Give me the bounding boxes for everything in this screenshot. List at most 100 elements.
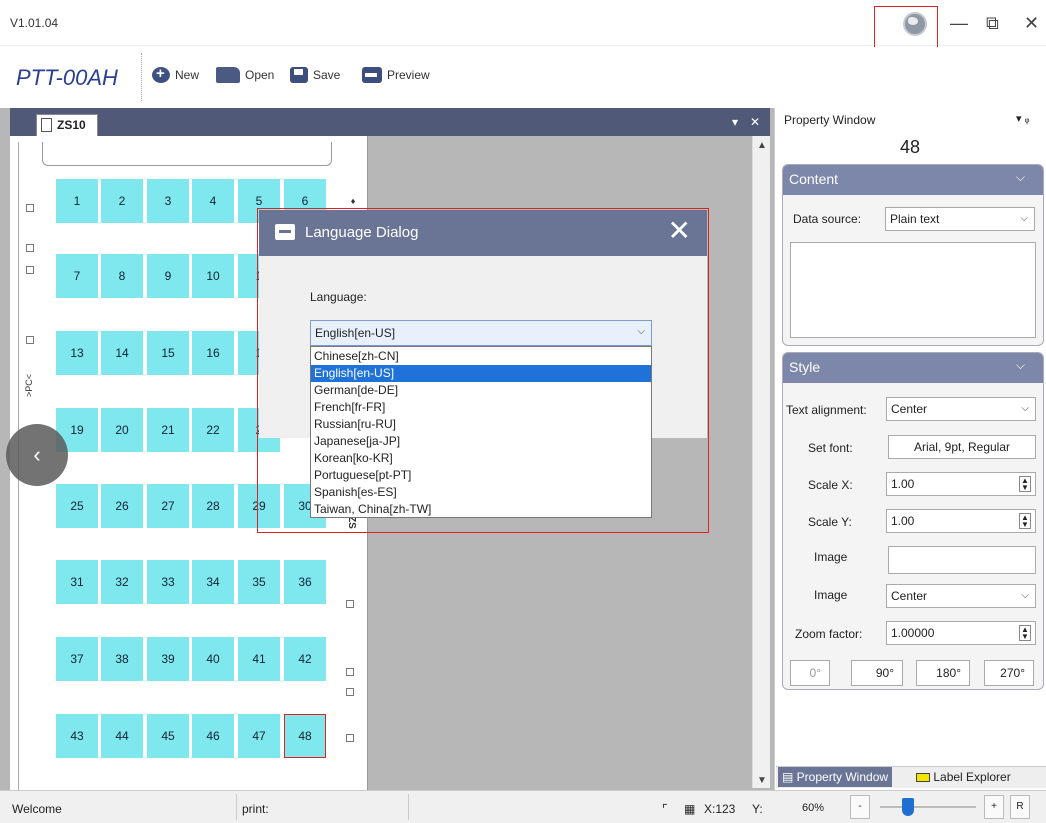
label-cell-36[interactable]: 36 (284, 560, 326, 604)
zoom-factor-value: 1.00000 (891, 626, 935, 640)
minimize-button[interactable]: — (950, 14, 968, 32)
data-source-select[interactable]: Plain text ⌵ (885, 207, 1035, 231)
tab-label-explorer[interactable]: Label Explorer (912, 767, 1015, 787)
label-cell-20[interactable]: 20 (101, 408, 143, 452)
label-explorer-icon (916, 773, 930, 783)
label-cell-9[interactable]: 9 (147, 254, 189, 298)
content-text-area[interactable] (790, 242, 1036, 338)
label-cell-7[interactable]: 7 (56, 254, 98, 298)
pin-icon[interactable]: ▾ ᵩ (1016, 112, 1029, 125)
label-cell-34[interactable]: 34 (192, 560, 234, 604)
label-cell-32[interactable]: 32 (101, 560, 143, 604)
new-icon (152, 65, 170, 83)
data-source-label: Data source: (793, 212, 862, 226)
sheet-marker-square (26, 244, 34, 252)
spin-icon[interactable]: ▲ ▼ (1019, 625, 1031, 641)
scale-x-label: Scale X: (808, 478, 853, 492)
zoom-in-button[interactable]: + (984, 795, 1004, 819)
label-cell-43[interactable]: 43 (56, 714, 98, 758)
rotate-180-button[interactable]: 180° (916, 660, 970, 686)
image-align-select[interactable]: Center ⌵ (886, 584, 1036, 608)
document-tab[interactable]: ZS10 (36, 114, 98, 136)
zoom-percent: 60% (802, 802, 825, 814)
grid-icon[interactable]: ▦ (684, 802, 695, 816)
label-cell-27[interactable]: 27 (147, 484, 189, 528)
label-cell-10[interactable]: 10 (192, 254, 234, 298)
spin-icon[interactable]: ▲ ▼ (1019, 513, 1031, 529)
label-cell-41[interactable]: 41 (238, 637, 280, 681)
label-cell-14[interactable]: 14 (101, 331, 143, 375)
sheet-marker-square (26, 336, 34, 344)
label-cell-45[interactable]: 45 (147, 714, 189, 758)
prev-arrow-button[interactable]: ‹ (6, 424, 68, 486)
y-coordinate: Y: (752, 802, 763, 816)
rotate-270-button[interactable]: 270° (984, 660, 1034, 686)
chevron-down-icon: ⌵ (1015, 170, 1025, 184)
globe-icon[interactable] (903, 12, 927, 36)
preview-button[interactable]: Preview (362, 67, 430, 83)
label-cell-31[interactable]: 31 (56, 560, 98, 604)
rotate-90-button[interactable]: 90° (851, 660, 903, 686)
sheet-marker-square (346, 668, 354, 676)
scroll-up-icon[interactable]: ▲ (757, 140, 767, 151)
label-cell-13[interactable]: 13 (56, 331, 98, 375)
label-cell-3[interactable]: 3 (147, 179, 189, 223)
set-font-label: Set font: (808, 441, 853, 455)
label-cell-33[interactable]: 33 (147, 560, 189, 604)
chevron-left-icon: ‹ (33, 442, 41, 467)
zoom-slider-thumb[interactable] (902, 798, 914, 816)
vertical-scrollbar[interactable]: ▲ ▼ (752, 136, 770, 788)
content-panel-header[interactable]: Content ⌵ (783, 165, 1043, 195)
sheet-marker-square (346, 688, 354, 696)
label-cell-15[interactable]: 15 (147, 331, 189, 375)
label-cell-44[interactable]: 44 (101, 714, 143, 758)
scale-y-stepper[interactable]: 1.00 ▲ ▼ (886, 509, 1036, 533)
content-header-label: Content (789, 171, 839, 187)
label-cell-39[interactable]: 39 (147, 637, 189, 681)
label-cell-2[interactable]: 2 (101, 179, 143, 223)
open-label: Open (245, 68, 275, 82)
chevron-down-icon: ⌵ (1020, 213, 1028, 224)
label-cell-26[interactable]: 26 (101, 484, 143, 528)
label-cell-38[interactable]: 38 (101, 637, 143, 681)
label-cell-22[interactable]: 22 (192, 408, 234, 452)
new-button[interactable]: New (152, 65, 199, 83)
label-cell-25[interactable]: 25 (56, 484, 98, 528)
label-cell-40[interactable]: 40 (192, 637, 234, 681)
zoom-reset-button[interactable]: R (1010, 795, 1030, 819)
spin-icon[interactable]: ▲ ▼ (1019, 476, 1031, 492)
label-cell-8[interactable]: 8 (101, 254, 143, 298)
label-cell-47[interactable]: 47 (238, 714, 280, 758)
image-field[interactable] (888, 546, 1036, 574)
style-panel-header[interactable]: Style ⌵ (783, 353, 1043, 383)
label-cell-16[interactable]: 16 (192, 331, 234, 375)
label-cell-35[interactable]: 35 (238, 560, 280, 604)
document-icon (41, 118, 52, 132)
label-cell-37[interactable]: 37 (56, 637, 98, 681)
set-font-button[interactable]: Arial, 9pt, Regular (888, 435, 1036, 459)
zoom-out-button[interactable]: - (850, 795, 870, 819)
label-cell-1[interactable]: 1 (56, 179, 98, 223)
zoom-factor-stepper[interactable]: 1.00000 ▲ ▼ (886, 621, 1036, 645)
label-cell-4[interactable]: 4 (192, 179, 234, 223)
label-cell-21[interactable]: 21 (147, 408, 189, 452)
label-cell-28[interactable]: 28 (192, 484, 234, 528)
scale-x-stepper[interactable]: 1.00 ▲ ▼ (886, 472, 1036, 496)
rotate-0-button[interactable]: 0° (790, 660, 830, 686)
text-alignment-select[interactable]: Center ⌵ (886, 397, 1036, 421)
tab-property-window[interactable]: ▤ Property Window (778, 767, 893, 787)
tab-property-window-label: Property Window (796, 770, 889, 784)
tab-dropdown-icon[interactable]: ▾ (732, 115, 738, 129)
zoom-factor-label: Zoom factor: (795, 627, 863, 641)
open-button[interactable]: Open (216, 67, 274, 83)
label-cell-42[interactable]: 42 (284, 637, 326, 681)
image-label: Image (814, 550, 848, 564)
label-cell-48[interactable]: 48 (284, 714, 326, 758)
close-button[interactable]: ✕ (1024, 14, 1039, 32)
scroll-down-icon[interactable]: ▼ (757, 775, 767, 786)
tab-close-icon[interactable]: ✕ (750, 115, 760, 129)
save-button[interactable]: Save (290, 67, 340, 83)
zoom-slider-track[interactable] (880, 806, 976, 808)
label-cell-46[interactable]: 46 (192, 714, 234, 758)
restore-button[interactable]: ⧉ (986, 14, 999, 32)
